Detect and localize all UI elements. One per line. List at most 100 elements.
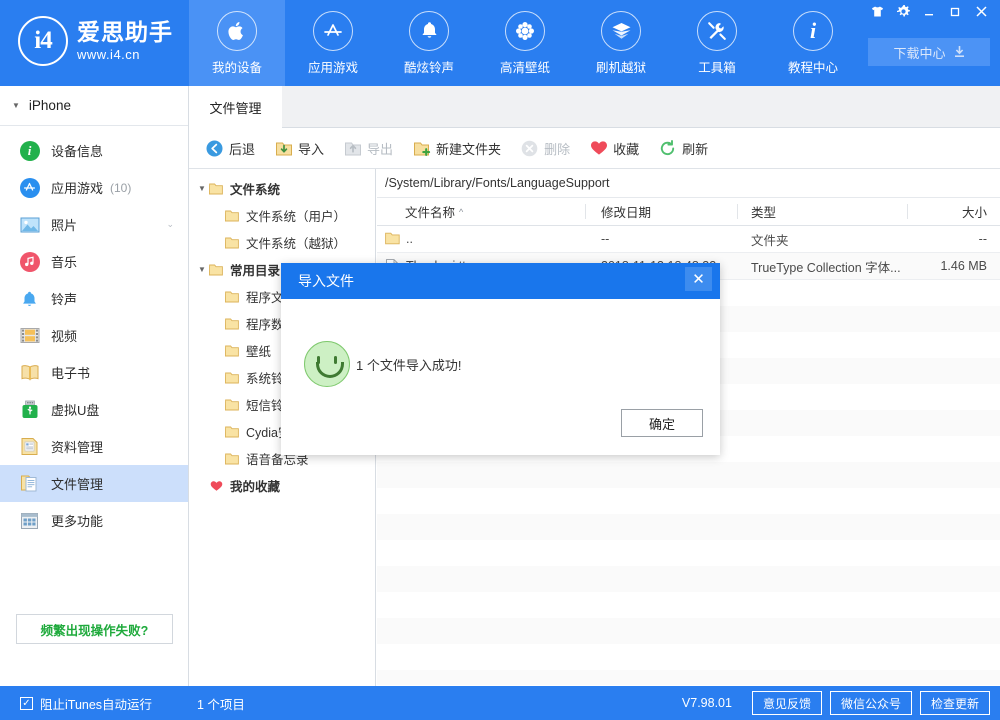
chevron-down-icon[interactable]: ⌄ <box>166 219 174 230</box>
toolbar-label: 删除 <box>544 141 571 157</box>
tab-file-manager[interactable]: 文件管理 <box>189 86 282 128</box>
nav-item-7[interactable]: i 教程中心 <box>765 0 861 86</box>
nav-item-2[interactable]: 应用游戏 <box>285 0 381 86</box>
bell-icon <box>19 288 40 309</box>
download-center-button[interactable]: 下载中心 <box>868 38 990 66</box>
nav-item-3[interactable]: 酷炫铃声 <box>381 0 477 86</box>
tree-node-12[interactable]: 我的收藏 <box>189 472 375 499</box>
close-icon[interactable] <box>968 0 994 23</box>
wechat-button[interactable]: 微信公众号 <box>829 691 912 715</box>
docs-icon <box>19 436 40 457</box>
block-itunes-checkbox[interactable]: ✓ 阻止iTunes自动运行 <box>20 694 152 713</box>
apple-icon <box>217 10 257 51</box>
sidebar-item-label: 设备信息 <box>51 144 104 159</box>
logo-mark-icon: i4 <box>18 16 68 66</box>
sidebar-item-5[interactable]: 铃声 <box>0 280 188 317</box>
bell-icon <box>409 10 449 51</box>
nav-item-label: 酷炫铃声 <box>403 60 454 75</box>
sidebar-item-1[interactable]: i 设备信息 <box>0 132 188 169</box>
table-row-empty <box>377 644 1000 670</box>
logo-text: 爱思助手 www.i4.cn <box>77 21 173 62</box>
nav-item-5[interactable]: 刷机越狱 <box>573 0 669 86</box>
sidebar-item-3[interactable]: 照片 ⌄ <box>0 206 188 243</box>
toolbar-import-button[interactable]: 导入 <box>274 139 324 158</box>
gear-icon[interactable] <box>890 0 916 23</box>
app-header: i4 爱思助手 www.i4.cn 我的设备 应用游戏 酷炫铃声 高清壁纸 刷机越狱 工具… <box>0 0 1000 86</box>
dialog-body: 1 个文件导入成功! 确定 <box>281 299 720 455</box>
music-icon <box>19 251 40 272</box>
sidebar-item-2[interactable]: 应用游戏 (10) <box>0 169 188 206</box>
box-icon <box>601 10 641 51</box>
toolbar-back-button[interactable]: 后退 <box>205 139 255 158</box>
nav-item-1[interactable]: 我的设备 <box>189 0 285 86</box>
toolbar-label: 导入 <box>298 141 325 157</box>
sidebar-item-10[interactable]: 文件管理 <box>0 465 188 502</box>
column-divider[interactable] <box>737 204 738 219</box>
chevron-down-icon[interactable]: ▼ <box>195 184 209 193</box>
tree-node-1[interactable]: ▼ 文件系统 <box>189 175 375 202</box>
maximize-icon[interactable] <box>942 0 968 23</box>
skin-icon[interactable] <box>864 0 890 23</box>
feedback-button[interactable]: 意见反馈 <box>751 691 822 715</box>
dialog-title: 导入文件 <box>298 273 354 289</box>
table-row[interactable]: .. -- 文件夹 -- <box>377 226 1000 253</box>
cell-size: -- <box>978 232 987 246</box>
toolbar-label: 导出 <box>367 141 394 157</box>
table-row-empty <box>377 670 1000 685</box>
sidebar-item-label: 更多功能 <box>51 514 104 529</box>
column-header-type[interactable]: 类型 <box>751 198 776 225</box>
tree-node-2[interactable]: 文件系统（用户） <box>189 202 375 229</box>
delete-icon <box>520 139 539 158</box>
book-icon <box>19 362 40 383</box>
tree-node-3[interactable]: 文件系统（越狱） <box>189 229 375 256</box>
device-header[interactable]: ▼ iPhone <box>0 86 188 126</box>
check-update-button[interactable]: 检查更新 <box>919 691 990 715</box>
toolbar-refresh-button[interactable]: 刷新 <box>658 139 708 158</box>
column-divider[interactable] <box>907 204 908 219</box>
chevron-down-icon: ▼ <box>12 101 20 110</box>
nav-item-label: 刷机越狱 <box>595 60 646 75</box>
photo-icon <box>19 214 40 235</box>
sidebar-item-label: 视频 <box>51 329 78 344</box>
folder-icon <box>225 237 239 249</box>
toolbar-heart-button[interactable]: 收藏 <box>589 139 639 158</box>
column-header-size[interactable]: 大小 <box>917 198 987 225</box>
file-list-header: 文件名称 ^ 修改日期 类型 大小 <box>377 198 1000 226</box>
help-button[interactable]: 频繁出现操作失败? <box>16 614 173 644</box>
toolbar-newfolder-button[interactable]: 新建文件夹 <box>412 139 501 158</box>
sidebar-item-7[interactable]: 电子书 <box>0 354 188 391</box>
sidebar-item-4[interactable]: 音乐 <box>0 243 188 280</box>
heart-icon <box>589 139 608 158</box>
status-bar: ✓ 阻止iTunes自动运行 1 个项目 V7.98.01 意见反馈 微信公众号… <box>0 686 1000 720</box>
path-bar[interactable]: /System/Library/Fonts/LanguageSupport <box>377 169 1000 198</box>
tree-node-label: 文件系统（越狱） <box>246 237 347 251</box>
table-row-empty <box>377 540 1000 566</box>
nav-item-4[interactable]: 高清壁纸 <box>477 0 573 86</box>
download-icon <box>954 46 965 58</box>
ok-button[interactable]: 确定 <box>621 409 703 437</box>
sidebar-item-6[interactable]: 视频 <box>0 317 188 354</box>
info-icon: i <box>793 10 833 51</box>
close-icon[interactable]: ✕ <box>685 267 712 291</box>
minimize-icon[interactable] <box>916 0 942 23</box>
grid-icon <box>19 510 40 531</box>
appstore-icon <box>19 177 40 198</box>
folder-icon <box>209 264 223 276</box>
chevron-down-icon[interactable]: ▼ <box>195 265 209 274</box>
nav-item-label: 高清壁纸 <box>499 60 550 75</box>
appstore-icon <box>313 10 353 51</box>
table-row-empty <box>377 514 1000 540</box>
column-header-date[interactable]: 修改日期 <box>601 198 651 225</box>
sidebar-item-9[interactable]: 资料管理 <box>0 428 188 465</box>
sidebar-item-11[interactable]: 更多功能 <box>0 502 188 539</box>
table-row-empty <box>377 488 1000 514</box>
column-divider[interactable] <box>585 204 586 219</box>
usb-icon <box>19 399 40 420</box>
cell-type: 文件夹 <box>751 233 789 248</box>
column-header-name[interactable]: 文件名称 ^ <box>405 198 585 225</box>
nav-item-6[interactable]: 工具箱 <box>669 0 765 86</box>
toolbar-label: 刷新 <box>682 141 709 157</box>
sidebar-item-8[interactable]: 虚拟U盘 <box>0 391 188 428</box>
status-bar-actions: V7.98.01 意见反馈 微信公众号 检查更新 <box>682 691 990 715</box>
folder-icon <box>385 232 400 246</box>
